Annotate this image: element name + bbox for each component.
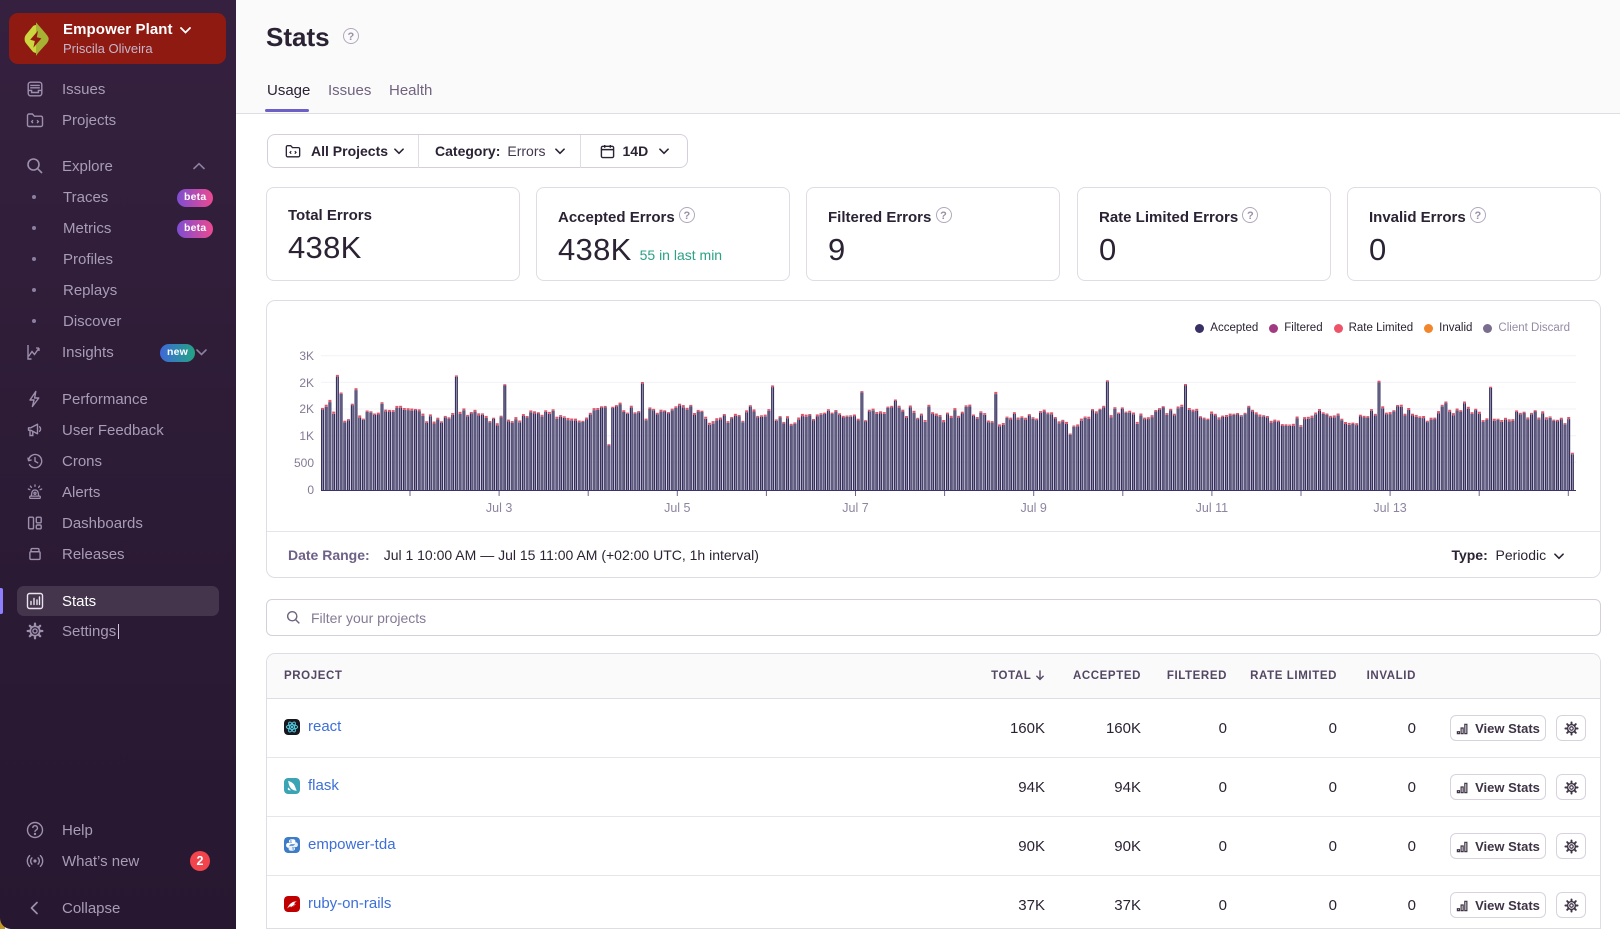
svg-text:1K: 1K [299,429,314,443]
svg-text:Jul 11: Jul 11 [1196,501,1228,515]
svg-text:0: 0 [307,483,314,497]
svg-text:2K: 2K [299,376,314,390]
svg-text:2K: 2K [299,402,314,416]
svg-text:Jul 5: Jul 5 [664,501,690,515]
svg-text:Jul 9: Jul 9 [1020,501,1046,515]
svg-text:3K: 3K [299,349,314,363]
svg-text:Jul 3: Jul 3 [486,501,512,515]
svg-text:Jul 7: Jul 7 [842,501,868,515]
svg-text:Jul 13: Jul 13 [1373,501,1406,515]
svg-text:500: 500 [294,456,314,470]
